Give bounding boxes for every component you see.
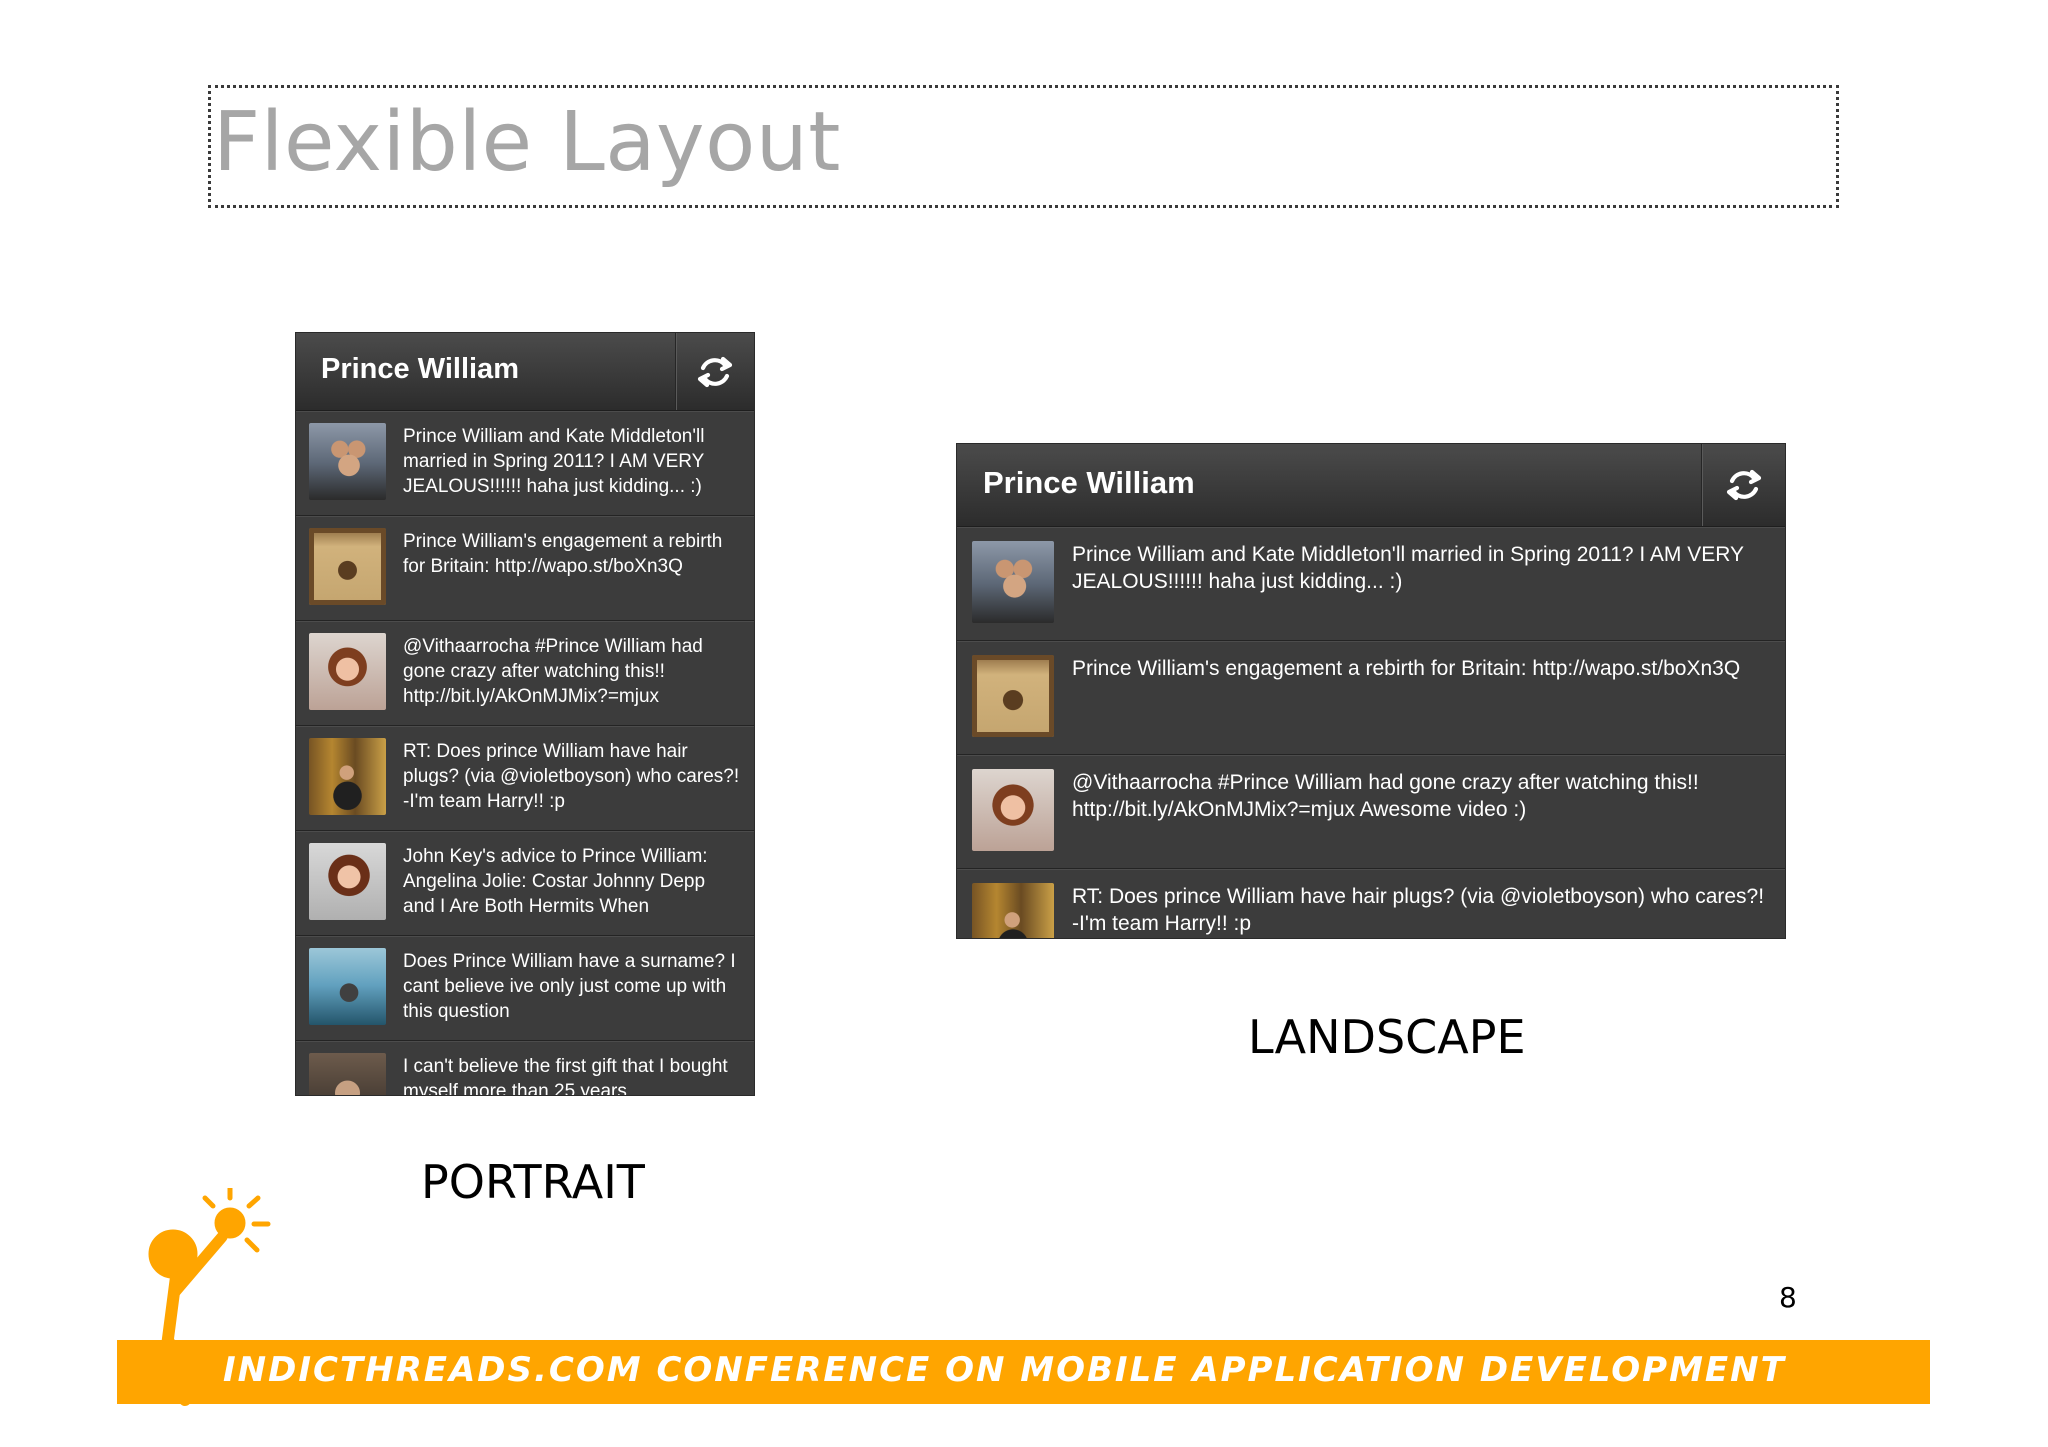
portrait-header: Prince William — [296, 333, 754, 411]
tweet-row[interactable]: I can't believe the first gift that I bo… — [296, 1041, 754, 1095]
tweet-text: RT: Does prince William have hair plugs?… — [403, 741, 740, 812]
landscape-header: Prince William — [957, 444, 1785, 527]
refresh-icon — [697, 356, 733, 387]
tweet-row[interactable]: RT: Does prince William have hair plugs?… — [296, 726, 754, 831]
tweet-text: Prince William and Kate Middleton'll mar… — [403, 426, 705, 497]
tweet-text: John Key's advice to Prince William: Ang… — [403, 846, 708, 917]
footer-bar: INDICTHREADS.com CONFERENCE ON MOBILE AP… — [117, 1340, 1930, 1404]
portrait-phone-screen: Prince William Prince William and Kate M… — [296, 333, 754, 1095]
tweet-row[interactable]: @Vithaarrocha #Prince William had gone c… — [296, 621, 754, 726]
tweet-row[interactable]: Prince William's engagement a rebirth fo… — [957, 641, 1785, 755]
avatar — [309, 528, 386, 605]
portrait-header-title: Prince William — [321, 353, 519, 385]
avatar — [309, 423, 386, 500]
avatar — [972, 769, 1054, 851]
tweet-text: RT: Does prince William have hair plugs?… — [1072, 885, 1765, 935]
landscape-header-title: Prince William — [983, 465, 1195, 500]
avatar — [972, 541, 1054, 623]
landscape-refresh-button[interactable] — [1701, 444, 1785, 526]
conference-footer-text: INDICTHREADS.com CONFERENCE ON MOBILE AP… — [223, 1350, 1786, 1390]
landscape-phone-screen: Prince William Prince William and Kate M… — [957, 444, 1785, 938]
avatar — [972, 655, 1054, 737]
portrait-tweet-list[interactable]: Prince William and Kate Middleton'll mar… — [296, 411, 754, 1095]
title-box: Flexible Layout — [208, 85, 1839, 208]
avatar — [309, 633, 386, 710]
tweet-row[interactable]: Prince William's engagement a rebirth fo… — [296, 516, 754, 621]
tweet-row[interactable]: Prince William and Kate Middleton'll mar… — [296, 411, 754, 516]
tweet-row[interactable]: John Key's advice to Prince William: Ang… — [296, 831, 754, 936]
slide: Flexible Layout Prince William Prince Wi… — [0, 0, 2048, 1447]
tweet-row[interactable]: @Vithaarrocha #Prince William had gone c… — [957, 755, 1785, 869]
avatar — [309, 1053, 386, 1095]
avatar — [972, 883, 1054, 938]
portrait-caption: PORTRAIT — [421, 1155, 645, 1209]
page-number: 8 — [1779, 1281, 1797, 1314]
tweet-text: Does Prince William have a surname? I ca… — [403, 951, 736, 1022]
avatar — [309, 738, 386, 815]
tweet-text: @Vithaarrocha #Prince William had gone c… — [403, 636, 703, 707]
avatar — [309, 948, 386, 1025]
portrait-refresh-button[interactable] — [675, 333, 754, 410]
tweet-text: Prince William's engagement a rebirth fo… — [403, 531, 723, 577]
tweet-text: Prince William's engagement a rebirth fo… — [1072, 657, 1741, 680]
tweet-text: Prince William and Kate Middleton'll mar… — [1072, 543, 1744, 593]
tweet-text: I can't believe the first gift that I bo… — [403, 1056, 728, 1095]
tweet-row[interactable]: Prince William and Kate Middleton'll mar… — [957, 527, 1785, 641]
tweet-row[interactable]: Does Prince William have a surname? I ca… — [296, 936, 754, 1041]
page-title: Flexible Layout — [213, 95, 841, 190]
tweet-text: @Vithaarrocha #Prince William had gone c… — [1072, 771, 1699, 821]
tweet-row[interactable]: RT: Does prince William have hair plugs?… — [957, 869, 1785, 938]
landscape-tweet-list[interactable]: Prince William and Kate Middleton'll mar… — [957, 527, 1785, 938]
refresh-icon — [1726, 469, 1761, 501]
avatar — [309, 843, 386, 920]
landscape-caption: LANDSCAPE — [1248, 1010, 1526, 1064]
